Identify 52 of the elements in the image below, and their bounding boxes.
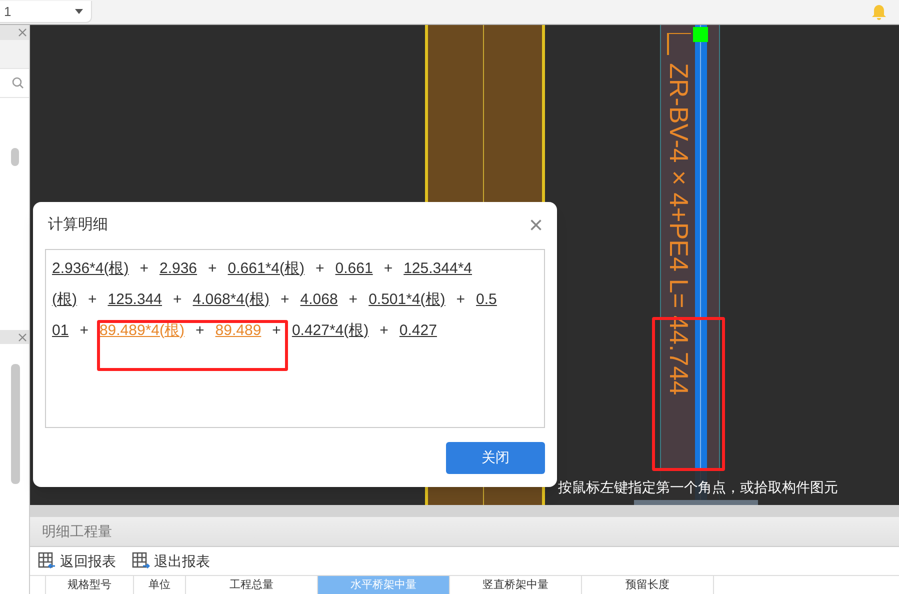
bell-icon[interactable] [871,4,887,20]
formula-term[interactable]: 0.427 [399,320,437,340]
caret-icon [75,9,83,14]
formula-term[interactable]: 0.5 [476,290,497,310]
plus-sign: + [384,258,393,278]
plus-sign: + [140,258,148,278]
plus-sign: + [208,258,217,278]
panel-title: 明细工程量 [42,522,112,541]
formula-term[interactable]: 0.661 [335,258,373,278]
column-header[interactable]: 竖直桥架中量 [450,576,582,594]
dialog-title: 计算明细 [48,215,108,236]
scrollbar-thumb[interactable] [11,148,19,166]
plus-sign: + [456,290,466,310]
scrollbar-thumb[interactable] [11,364,20,484]
column-header[interactable]: 单位 [134,576,186,594]
cable-label: ZR-BV-4×4+PE4 L= 44.744 [666,63,692,396]
formula-term[interactable]: 4.068 [300,290,338,310]
formula-term[interactable]: 4.068*4(根) [192,290,270,310]
plus-sign: + [196,320,204,340]
plus-sign: + [88,290,97,310]
formula-term[interactable]: 125.344*4 [404,258,472,278]
toolbar-button[interactable]: 返回报表 [38,550,116,572]
formula-term[interactable]: 2.936*4(根) [52,258,129,278]
column-header[interactable]: 规格型号 [46,576,134,594]
panel-tab-strip [0,40,29,68]
plus-sign: + [80,320,88,340]
node-handle[interactable] [693,27,708,42]
plus-sign: + [173,290,182,310]
formula-term[interactable]: 0.427*4(根) [292,320,369,340]
formula-term[interactable]: (根) [52,290,77,310]
close-icon[interactable] [18,332,27,342]
floor-dropdown[interactable]: 1 [0,1,92,23]
close-icon[interactable] [18,28,27,37]
toolbar-button[interactable]: 退出报表 [132,550,210,572]
splitter-bar[interactable] [30,505,899,517]
close-button[interactable]: × [528,214,543,238]
plus-sign: + [348,290,358,310]
close-dialog-button[interactable]: 关闭 [446,442,545,474]
formula-term[interactable]: 2.936 [159,258,198,278]
formula-term[interactable]: 125.344 [108,290,162,310]
plus-sign: + [280,290,290,310]
table-return-icon [38,552,56,570]
plus-sign: + [316,258,324,278]
table-exit-icon [132,552,150,570]
formula-term[interactable]: 0.501*4(根) [368,290,446,310]
plus-sign: + [380,320,388,340]
search-icon[interactable] [12,77,24,89]
formula-term[interactable]: 0.661*4(根) [228,258,305,278]
plus-sign: + [272,320,281,340]
column-header[interactable]: 预留长度 [582,576,714,594]
scroll-handle[interactable] [634,500,758,505]
formula-term[interactable]: 01 [52,320,69,340]
